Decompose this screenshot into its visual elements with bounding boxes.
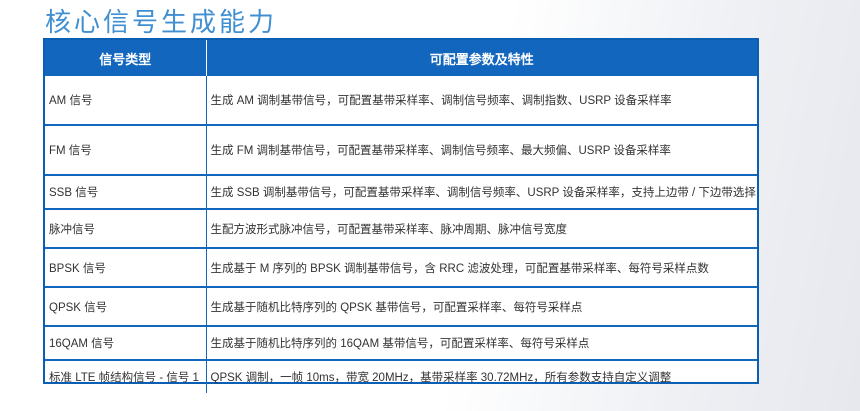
- table-header: 信号类型 可配置参数及特性: [45, 40, 757, 76]
- table-row: 16QAM 信号 生成基于随机比特序列的 16QAM 基带信号，可配置采样率、每…: [45, 325, 757, 360]
- parameters-cell: 生成 SSB 调制基带信号，可配置基带采样率、调制信号频率、USRP 设备采样率…: [206, 174, 757, 209]
- parameters-cell: 生配方波形式脉冲信号，可配置基带采样率、脉冲周期、脉冲信号宽度: [206, 208, 757, 248]
- signal-type-cell: 标准 LTE 帧结构信号 - 信号 1: [45, 359, 207, 393]
- parameters-cell: 生成基于随机比特序列的 16QAM 基带信号，可配置采样率、每符号采样点: [206, 325, 757, 360]
- signal-capability-table: 信号类型 可配置参数及特性 AM 信号 生成 AM 调制基带信号，可配置基带采样…: [43, 38, 759, 393]
- header-signal-type: 信号类型: [45, 40, 207, 76]
- header-parameters: 可配置参数及特性: [206, 40, 757, 76]
- signal-type-cell: 脉冲信号: [45, 208, 207, 248]
- parameters-cell: 生成 FM 调制基带信号，可配置基带采样率、调制信号频率、最大频偏、USRP 设…: [206, 124, 757, 175]
- table-row: 脉冲信号 生配方波形式脉冲信号，可配置基带采样率、脉冲周期、脉冲信号宽度: [45, 208, 757, 248]
- signal-type-cell: AM 信号: [45, 76, 207, 125]
- header-row: 信号类型 可配置参数及特性: [45, 40, 757, 76]
- table-body: AM 信号 生成 AM 调制基带信号，可配置基带采样率、调制信号频率、调制指数、…: [45, 76, 757, 393]
- signal-type-cell: FM 信号: [45, 124, 207, 175]
- signal-type-cell: SSB 信号: [45, 174, 207, 209]
- parameters-cell: QPSK 调制，一帧 10ms，带宽 20MHz，基带采样率 30.72MHz，…: [206, 359, 757, 393]
- parameters-cell: 生成 AM 调制基带信号，可配置基带采样率、调制信号频率、调制指数、USRP 设…: [210, 95, 672, 107]
- parameters-cell: 生成基于随机比特序列的 QPSK 基带信号，可配置采样率、每符号采样点: [206, 286, 757, 326]
- table-row: AM 信号 生成 AM 调制基带信号，可配置基带采样率、调制信号频率、调制指数、…: [45, 76, 757, 125]
- signal-type-cell: QPSK 信号: [45, 286, 207, 326]
- table-row: QPSK 信号 生成基于随机比特序列的 QPSK 基带信号，可配置采样率、每符号…: [45, 286, 757, 326]
- table-row: 标准 LTE 帧结构信号 - 信号 1 QPSK 调制，一帧 10ms，带宽 2…: [45, 359, 757, 393]
- signal-type-cell: BPSK 信号: [45, 247, 207, 287]
- parameters-cell: 生成基于 M 序列的 BPSK 调制基带信号，含 RRC 滤波处理，可配置基带采…: [206, 247, 757, 287]
- table-row: FM 信号 生成 FM 调制基带信号，可配置基带采样率、调制信号频率、最大频偏、…: [45, 124, 757, 175]
- page-title: 核心信号生成能力: [45, 8, 278, 38]
- table-row: SSB 信号 生成 SSB 调制基带信号，可配置基带采样率、调制信号频率、USR…: [45, 174, 757, 209]
- table-row: BPSK 信号 生成基于 M 序列的 BPSK 调制基带信号，含 RRC 滤波处…: [45, 247, 757, 287]
- signal-type-cell: 16QAM 信号: [45, 325, 207, 360]
- signal-table: 信号类型 可配置参数及特性 AM 信号 生成 AM 调制基带信号，可配置基带采样…: [45, 40, 757, 393]
